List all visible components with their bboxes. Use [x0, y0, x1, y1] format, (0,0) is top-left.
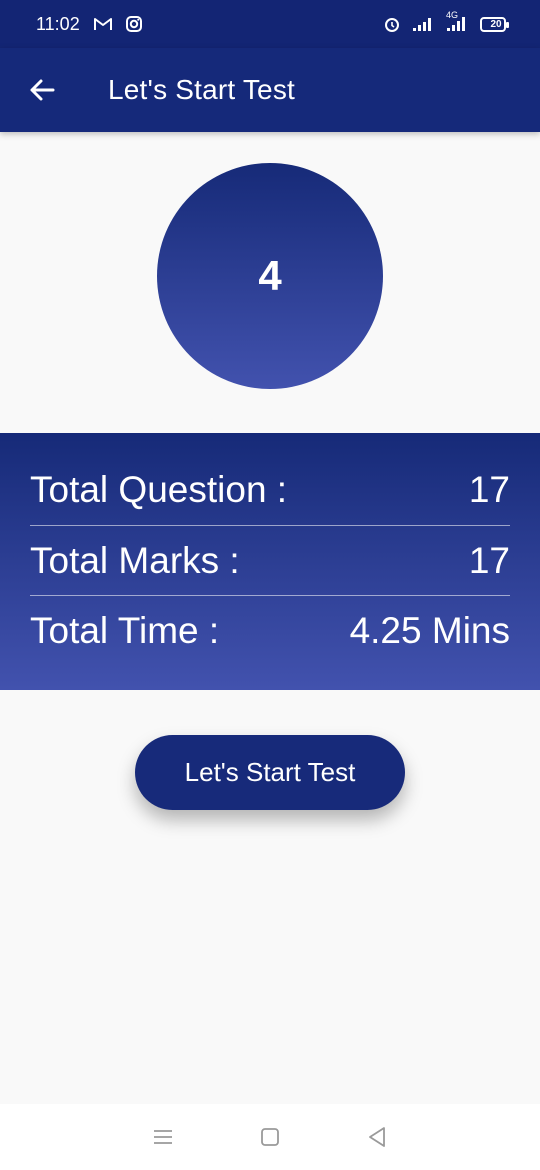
home-button[interactable] [248, 1115, 292, 1159]
total-question-value: 17 [468, 469, 510, 510]
system-back-button[interactable] [355, 1115, 399, 1159]
status-right: 4G 20 [384, 10, 509, 32]
total-marks-value: 17 [468, 539, 510, 581]
total-time-value: 4.25 Mins [349, 610, 510, 651]
start-test-button-label: Let's Start Test [184, 757, 356, 787]
status-left: 11:02 [36, 14, 142, 35]
back-triangle-icon [368, 1127, 385, 1147]
set-number-circle: 4 [157, 163, 383, 389]
gmail-icon [93, 17, 112, 31]
back-button[interactable] [20, 68, 64, 112]
total-question-label: Total Question : [30, 469, 288, 510]
signal-icon [412, 17, 432, 31]
system-nav-bar [0, 1104, 540, 1170]
battery-icon: 20 [480, 16, 509, 32]
back-arrow-icon [30, 79, 55, 101]
app-bar: Let's Start Test [0, 48, 540, 132]
total-time-label: Total Time : [30, 610, 220, 651]
page-title: Let's Start Test [108, 74, 296, 105]
total-time-row: Total Time : 4.25 Mins [30, 596, 510, 666]
recent-apps-button[interactable] [141, 1115, 185, 1159]
home-icon [261, 1128, 279, 1146]
menu-icon [154, 1130, 173, 1144]
test-summary-panel: Total Question : 17 Total Marks : 17 Tot… [0, 433, 540, 690]
signal-4g-icon: 4G [444, 10, 468, 32]
set-number: 4 [258, 252, 282, 299]
total-marks-label: Total Marks : [30, 539, 240, 581]
total-question-row: Total Question : 17 [30, 455, 510, 526]
status-bar: 11:02 4G 20 [0, 0, 540, 48]
start-test-button[interactable]: Let's Start Test [135, 735, 405, 810]
alarm-icon [384, 16, 400, 32]
battery-level: 20 [490, 18, 502, 30]
network-label: 4G [446, 10, 459, 20]
total-marks-row: Total Marks : 17 [30, 526, 510, 596]
instagram-icon [125, 16, 142, 32]
status-time: 11:02 [36, 13, 80, 34]
